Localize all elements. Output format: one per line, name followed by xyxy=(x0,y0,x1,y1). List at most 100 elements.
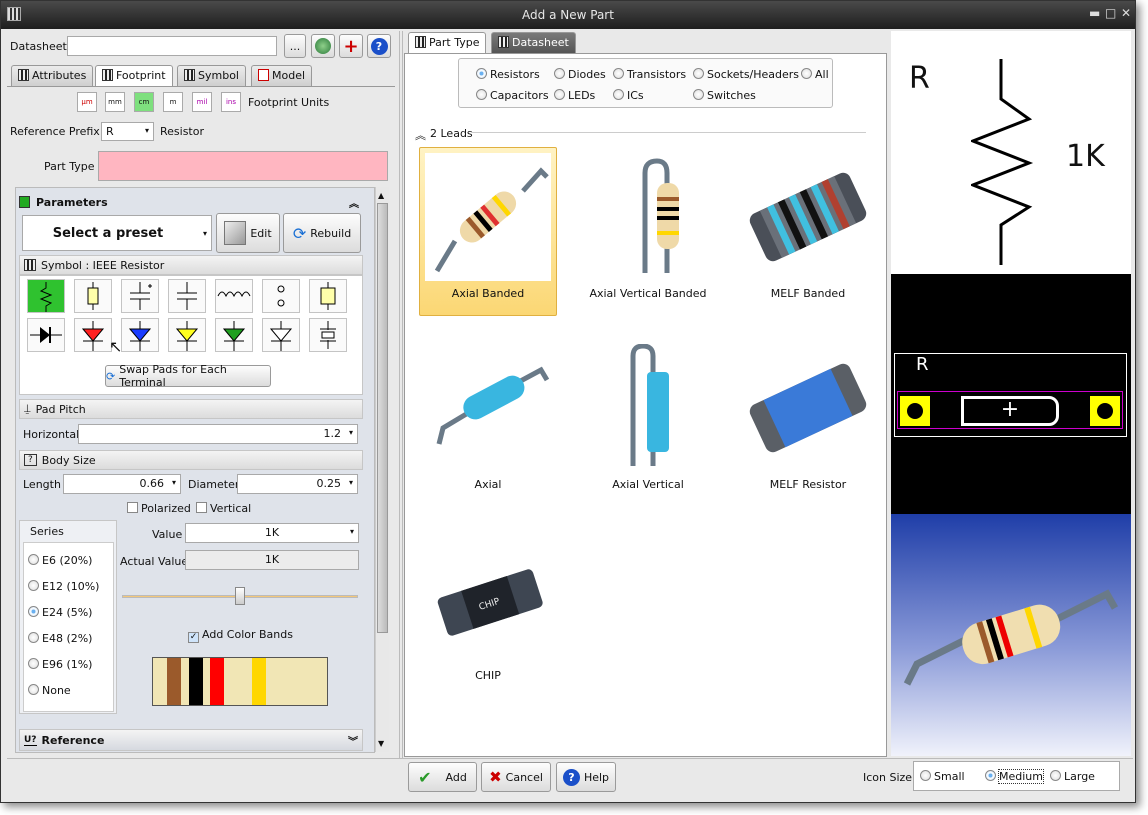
series-e24[interactable]: E24 (5%) xyxy=(28,606,92,619)
filter-ics[interactable]: ICs xyxy=(613,89,644,102)
close-button[interactable]: ✕ xyxy=(1121,6,1131,20)
vertical-checkbox[interactable]: Vertical xyxy=(196,502,251,515)
unit-m[interactable]: m xyxy=(163,92,183,112)
part-chip[interactable]: CHIP CHIP xyxy=(419,535,557,682)
value-slider-thumb[interactable] xyxy=(235,587,245,605)
scroll-up-icon[interactable]: ▲ xyxy=(378,191,384,200)
scroll-thumb[interactable] xyxy=(377,203,388,633)
part-axial[interactable]: Axial xyxy=(419,344,557,491)
pad-pitch-header[interactable]: ⍊ Pad Pitch xyxy=(19,399,363,419)
part-melf-resistor[interactable]: MELF Resistor xyxy=(739,344,877,491)
maximize-button[interactable]: □ xyxy=(1105,6,1116,20)
symbol-inductor-icon[interactable] xyxy=(215,279,253,313)
browse-button[interactable]: ... xyxy=(284,34,306,58)
filter-transistors[interactable]: Transistors xyxy=(613,68,686,81)
unit-mil[interactable]: mil xyxy=(192,92,212,112)
icon-size-large[interactable]: Large xyxy=(1050,770,1095,783)
scroll-down-icon[interactable]: ▼ xyxy=(378,739,384,748)
title-bar: Add a New Part ▬ □ ✕ xyxy=(1,1,1135,29)
symbol-polar-capacitor-icon[interactable] xyxy=(121,279,159,313)
part-axial-vertical[interactable]: Axial Vertical xyxy=(579,343,717,491)
preset-combo[interactable]: Select a preset ▾ xyxy=(22,215,212,251)
edit-button[interactable]: Edit xyxy=(216,213,280,253)
value-combo[interactable]: 1K ▾ xyxy=(185,523,359,543)
symbol-diode-icon[interactable] xyxy=(27,318,65,352)
melf-banded-image xyxy=(745,153,871,281)
body-size-icon: ? xyxy=(24,454,37,466)
symbol-capacitor-icon[interactable] xyxy=(168,279,206,313)
help-button[interactable]: ? Help xyxy=(556,762,616,792)
axial-vertical-image xyxy=(585,343,711,472)
tab-symbol[interactable]: Symbol xyxy=(177,65,246,86)
filter-capacitors[interactable]: Capacitors xyxy=(476,89,549,102)
parttype-input[interactable] xyxy=(98,151,388,181)
collapse-icon[interactable]: ︽ xyxy=(349,195,359,210)
datasheet-input[interactable] xyxy=(67,36,277,56)
web-icon[interactable] xyxy=(311,34,335,58)
unit-cm[interactable]: cm xyxy=(134,92,154,112)
symbol-resistor-ieee-icon[interactable] xyxy=(27,279,65,313)
tab-footprint[interactable]: Footprint xyxy=(95,65,173,86)
add-button[interactable]: ✔ Add xyxy=(408,762,477,792)
icon-size-medium[interactable]: Medium xyxy=(985,769,1044,784)
add-color-bands-checkbox[interactable]: ✓ Add Color Bands xyxy=(188,628,293,643)
help-icon[interactable]: ? xyxy=(367,34,391,58)
parameters-header[interactable]: Parameters ︽ xyxy=(19,192,363,212)
symbol-section-header[interactable]: Symbol : IEEE Resistor xyxy=(19,255,363,275)
reference-icon: U? xyxy=(24,734,37,746)
body-size-header[interactable]: ? Body Size xyxy=(19,450,363,470)
filter-diodes[interactable]: Diodes xyxy=(554,68,606,81)
pcb-preview: R + xyxy=(891,274,1131,514)
filter-sockets[interactable]: Sockets/Headers xyxy=(693,68,799,81)
group-collapse-icon[interactable]: ︽ xyxy=(415,127,426,143)
horizontal-input[interactable]: 1.2 ▾ xyxy=(78,424,358,444)
swap-pads-button[interactable]: ⟳ Swap Pads for Each Terminal xyxy=(105,363,271,389)
filter-resistors[interactable]: Resistors xyxy=(476,68,540,81)
tab-part-type[interactable]: Part Type xyxy=(408,32,487,53)
length-label: Length xyxy=(23,478,61,491)
series-e12[interactable]: E12 (10%) xyxy=(28,580,99,593)
polarized-checkbox[interactable]: Polarized xyxy=(127,502,191,515)
unit-mm[interactable]: mm xyxy=(105,92,125,112)
datasheet-label: Datasheet xyxy=(10,40,67,53)
diameter-input[interactable]: 0.25 ▾ xyxy=(237,474,358,494)
tab-datasheet[interactable]: Datasheet xyxy=(491,32,576,53)
symbol-jumper-icon[interactable] xyxy=(262,279,300,313)
cancel-button[interactable]: ✖ Cancel xyxy=(481,762,551,792)
part-axial-vertical-banded[interactable]: Axial Vertical Banded xyxy=(579,153,717,300)
unit-ins[interactable]: ins xyxy=(221,92,241,112)
symbol-resistor-iec-icon[interactable] xyxy=(74,279,112,313)
filter-leds[interactable]: LEDs xyxy=(554,89,595,102)
value-label: Value xyxy=(152,528,183,541)
minimize-button[interactable]: ▬ xyxy=(1089,6,1100,20)
filter-all[interactable]: All xyxy=(801,68,829,81)
splitter[interactable] xyxy=(399,31,403,759)
series-e6[interactable]: E6 (20%) xyxy=(28,554,92,567)
tab-attributes[interactable]: Attributes xyxy=(11,65,94,86)
part-axial-banded[interactable]: Axial Banded xyxy=(419,147,557,316)
tab-model[interactable]: Model xyxy=(251,65,313,86)
pad-pitch-icon: ⍊ xyxy=(24,402,31,415)
length-input[interactable]: 0.66 ▾ xyxy=(63,474,181,494)
symbol-crystal-icon[interactable] xyxy=(309,318,347,352)
rebuild-button[interactable]: ⟳ Rebuild xyxy=(283,213,361,253)
filter-switches[interactable]: Switches xyxy=(693,89,756,102)
symbol-led-red-icon[interactable] xyxy=(74,318,112,352)
expand-icon[interactable]: ︾ xyxy=(348,733,358,748)
units-label: Footprint Units xyxy=(248,96,330,109)
series-e48[interactable]: E48 (2%) xyxy=(28,632,92,645)
refprefix-combo[interactable]: R ▾ xyxy=(101,122,154,141)
symbol-led-blue-icon[interactable] xyxy=(121,318,159,352)
symbol-led-yellow-icon[interactable] xyxy=(168,318,206,352)
part-melf-banded[interactable]: MELF Banded xyxy=(739,153,877,300)
symbol-fuse-icon[interactable] xyxy=(309,279,347,313)
series-e96[interactable]: E96 (1%) xyxy=(28,658,92,671)
series-none[interactable]: None xyxy=(28,684,71,697)
unit-um[interactable]: µm xyxy=(77,92,97,112)
left-scrollbar[interactable]: ▲ ▼ xyxy=(375,187,389,752)
reference-header[interactable]: U? Reference ︾ xyxy=(19,729,363,751)
add-icon[interactable]: + xyxy=(339,34,363,58)
symbol-led-green-icon[interactable] xyxy=(215,318,253,352)
symbol-led-white-icon[interactable] xyxy=(262,318,300,352)
icon-size-small[interactable]: Small xyxy=(920,770,965,783)
